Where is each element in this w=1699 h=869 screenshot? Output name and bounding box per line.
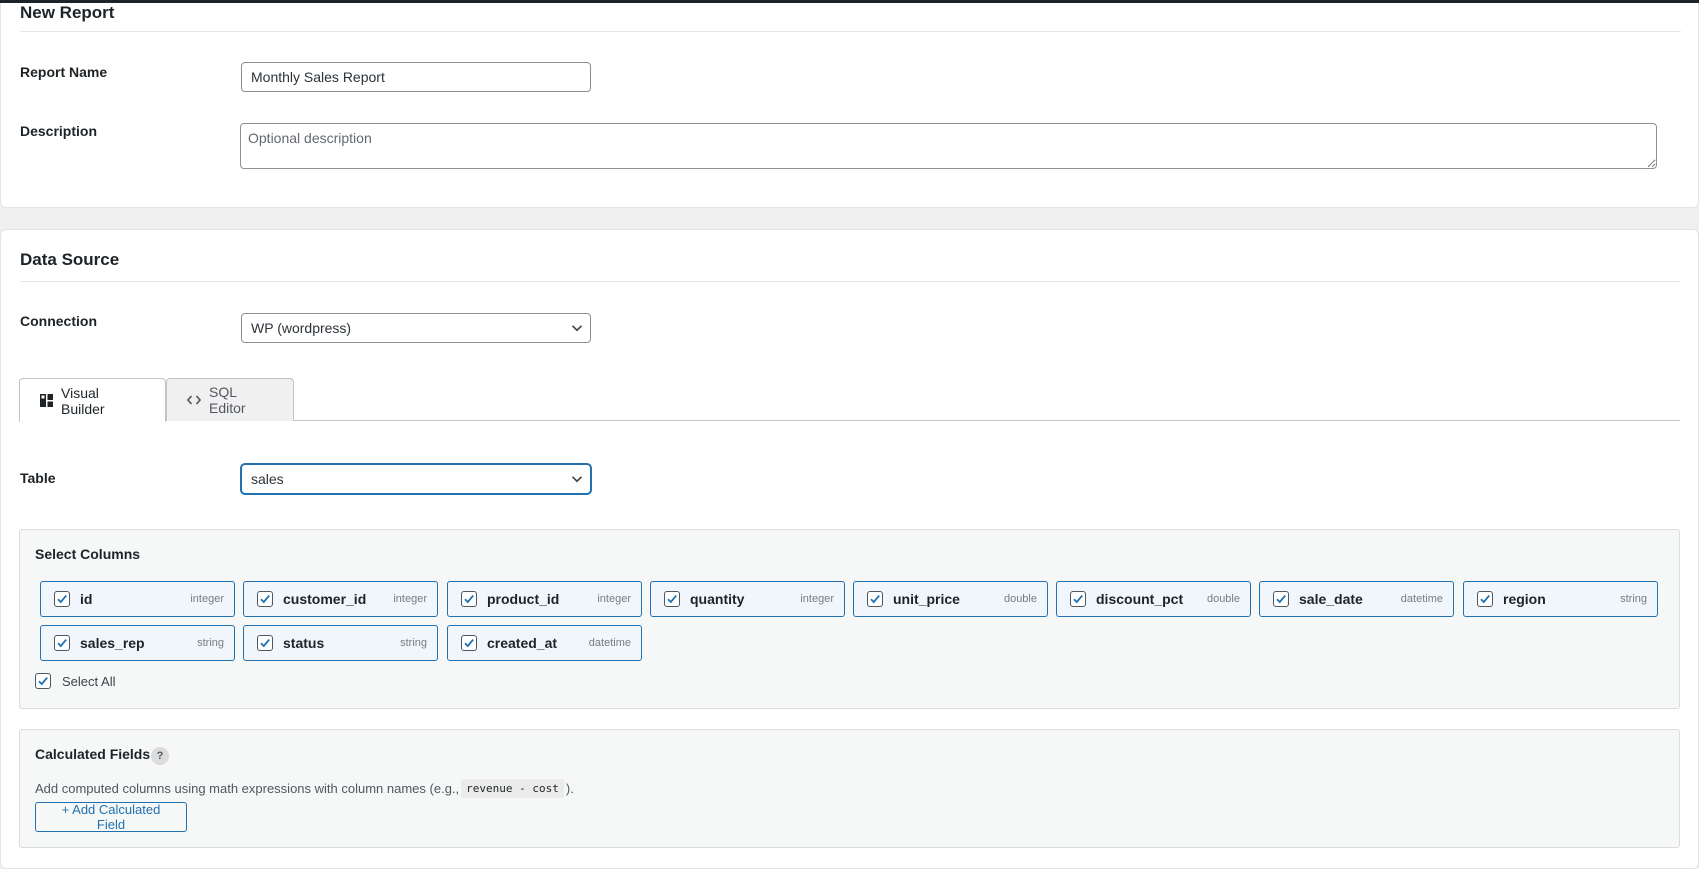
column-name: id [80,591,93,607]
page-title: New Report [20,3,115,22]
report-details-card: New Report Report Name Description [0,3,1699,208]
select-columns-title: Select Columns [35,546,141,562]
checkbox-checked-icon[interactable] [1273,591,1289,607]
column-type: integer [393,593,427,605]
report-name-label: Report Name [20,64,108,80]
column-type: double [1003,593,1037,605]
tab-sql-editor[interactable]: SQL Editor [166,378,294,421]
code-brackets-icon [187,395,201,405]
description-textarea[interactable] [240,123,1657,169]
column-type: integer [597,593,631,605]
column-name: created_at [487,635,558,651]
column-type: integer [190,593,224,605]
column-chip-created-at[interactable]: created_at datetime [447,625,642,661]
column-name: sale_date [1299,591,1363,607]
checkbox-checked-icon[interactable] [1477,591,1493,607]
column-chip-status[interactable]: status string [243,625,438,661]
divider [20,281,1681,282]
tab-label: Visual Builder [61,384,105,417]
checkbox-checked-icon[interactable] [35,673,51,689]
column-chip-sales-rep[interactable]: sales_rep string [40,625,235,661]
description-label: Description [20,123,98,139]
example-code: revenue - cost [461,779,564,798]
report-name-input[interactable] [241,62,591,92]
column-type: datetime [1400,593,1443,605]
column-chip-unit-price[interactable]: unit_price double [853,581,1048,617]
column-type: double [1206,593,1240,605]
column-type: datetime [588,637,631,649]
checkbox-checked-icon[interactable] [54,591,70,607]
tab-label: SQL Editor [209,384,246,416]
calculated-fields-description: Add computed columns using math expressi… [35,779,574,798]
checkbox-checked-icon[interactable] [461,635,477,651]
chevron-down-icon [571,476,583,483]
checkbox-checked-icon[interactable] [257,635,273,651]
select-columns-panel: Select Columns id integer customer_id in… [19,529,1680,709]
section-title-data-source: Data Source [20,250,120,269]
calculated-fields-panel: Calculated Fields ? Add computed columns… [19,729,1680,848]
checkbox-checked-icon[interactable] [257,591,273,607]
divider [20,31,1681,32]
column-type: string [400,637,427,649]
column-type: string [197,637,224,649]
connection-label: Connection [20,313,97,329]
column-name: unit_price [893,591,960,607]
help-icon[interactable]: ? [151,747,169,765]
connection-select-value: WP (wordpress) [251,320,352,336]
chevron-down-icon [571,325,583,332]
column-name: discount_pct [1096,591,1184,607]
column-chip-discount-pct[interactable]: discount_pct double [1056,581,1251,617]
checkbox-checked-icon[interactable] [54,635,70,651]
column-type: string [1620,593,1647,605]
column-type: integer [800,593,834,605]
connection-select[interactable]: WP (wordpress) [241,313,591,343]
table-select-value: sales [251,471,284,487]
column-name: region [1503,591,1546,607]
select-all-label: Select All [62,673,116,689]
calculated-fields-title: Calculated Fields [35,746,151,762]
tab-visual-builder[interactable]: Visual Builder [19,378,166,422]
checkbox-checked-icon[interactable] [664,591,680,607]
column-chip-id[interactable]: id integer [40,581,235,617]
column-name: sales_rep [80,635,145,651]
table-select[interactable]: sales [241,464,591,494]
column-chip-product-id[interactable]: product_id integer [447,581,642,617]
description-text: Add computed columns using math expressi… [35,781,460,796]
column-name: customer_id [283,591,367,607]
column-name: product_id [487,591,560,607]
table-label: Table [20,470,56,486]
select-all-toggle[interactable]: Select All [35,673,115,689]
column-chip-quantity[interactable]: quantity integer [650,581,845,617]
checkbox-checked-icon[interactable] [867,591,883,607]
description-text-end: ). [565,781,574,796]
add-calculated-field-button[interactable]: + Add Calculated Field [35,802,187,832]
column-chip-region[interactable]: region string [1463,581,1658,617]
checkbox-checked-icon[interactable] [461,591,477,607]
column-chip-customer-id[interactable]: customer_id integer [243,581,438,617]
column-name: status [283,635,325,651]
column-name: quantity [690,591,745,607]
checkbox-checked-icon[interactable] [1070,591,1086,607]
grid-layout-icon [40,394,53,407]
column-chip-sale-date[interactable]: sale_date datetime [1259,581,1454,617]
